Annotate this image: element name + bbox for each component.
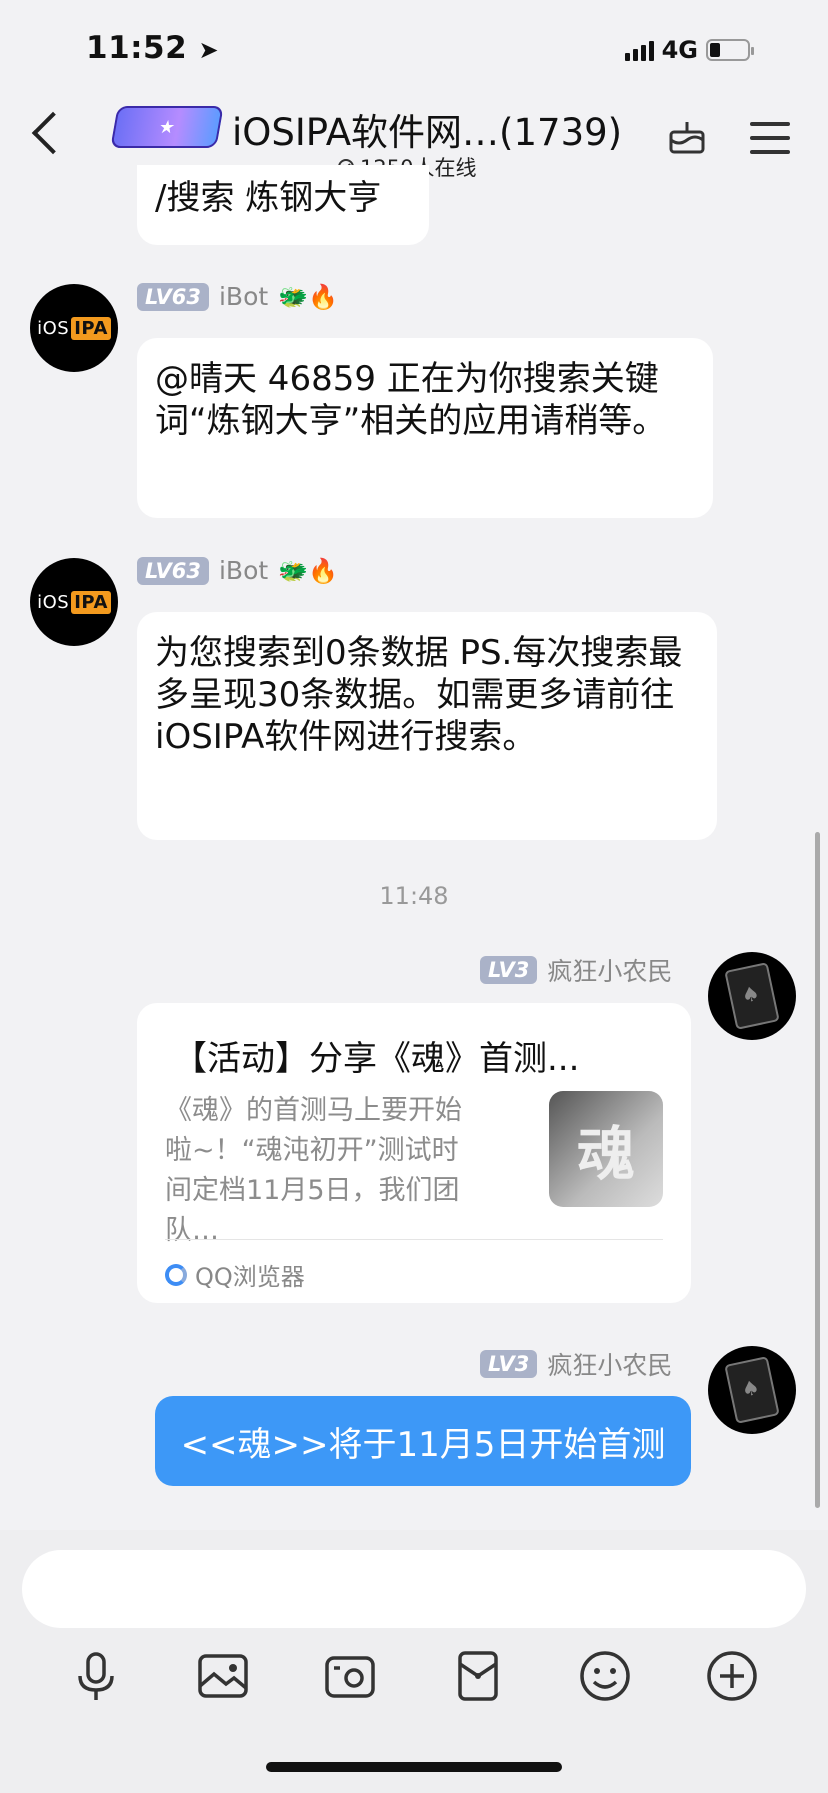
menu-icon[interactable] bbox=[750, 122, 790, 164]
plus-icon[interactable] bbox=[704, 1648, 760, 1704]
home-indicator[interactable] bbox=[266, 1762, 562, 1772]
camera-icon[interactable] bbox=[322, 1648, 378, 1704]
sender-name[interactable]: 疯狂小农民 bbox=[547, 1346, 672, 1382]
level-badge: LV63 bbox=[137, 556, 209, 585]
card-title: 【活动】分享《魂》首测... bbox=[173, 1039, 580, 1079]
card-source: QQ浏览器 bbox=[165, 1257, 305, 1292]
message-bubble[interactable]: 为您搜索到0条数据 PS.每次搜索最多呈现30条数据。如需更多请前往iOSIPA… bbox=[137, 612, 717, 840]
input-toolbar bbox=[0, 1648, 828, 1708]
status-time: 11:52 ➤ bbox=[86, 30, 220, 66]
avatar[interactable] bbox=[708, 1346, 796, 1434]
emoji-icon[interactable] bbox=[577, 1648, 633, 1704]
message-meta: LV63 iBot 🐲🔥 bbox=[137, 556, 338, 585]
playing-card-icon bbox=[724, 962, 780, 1030]
battery-icon bbox=[706, 39, 754, 61]
badge-emoji: 🐲🔥 bbox=[278, 556, 338, 585]
back-arrow-icon[interactable] bbox=[31, 111, 75, 155]
message-bubble-self[interactable]: <<魂>>将于11月5日开始首测 bbox=[155, 1396, 691, 1486]
badge-emoji: 🐲🔥 bbox=[278, 282, 338, 311]
avatar[interactable] bbox=[708, 952, 796, 1040]
photo-icon[interactable] bbox=[195, 1648, 251, 1704]
card-thumbnail: 魂 bbox=[549, 1091, 663, 1207]
sender-name[interactable]: 疯狂小农民 bbox=[547, 952, 672, 988]
avatar[interactable]: iOS IPA bbox=[30, 558, 118, 646]
iosipa-logo: iOS IPA bbox=[37, 590, 111, 614]
playing-card-icon bbox=[724, 1356, 780, 1424]
network-type: 4G bbox=[661, 36, 698, 64]
message-bubble: /搜索 炼钢大亨 bbox=[137, 165, 429, 245]
status-indicators: 4G bbox=[624, 36, 754, 64]
microphone-icon[interactable] bbox=[68, 1648, 124, 1704]
location-arrow-icon: ➤ bbox=[198, 36, 220, 64]
cake-icon[interactable] bbox=[668, 118, 706, 154]
message-input[interactable] bbox=[22, 1550, 806, 1628]
red-packet-icon[interactable] bbox=[450, 1648, 506, 1704]
sender-name[interactable]: iBot bbox=[219, 282, 268, 311]
group-title[interactable]: iOSIPA软件网…(1739) bbox=[232, 102, 622, 156]
scrollbar[interactable] bbox=[815, 832, 820, 1508]
signal-icon bbox=[624, 39, 654, 61]
message-meta: LV3 疯狂小农民 bbox=[480, 1346, 672, 1382]
qq-browser-icon bbox=[165, 1263, 187, 1286]
level-badge: LV3 bbox=[480, 956, 538, 984]
message-bubble[interactable]: @晴天 46859 正在为你搜索关键词“炼钢大亨”相关的应用请稍等。 bbox=[137, 338, 713, 518]
message-meta: LV3 疯狂小农民 bbox=[480, 952, 672, 988]
shared-link-card[interactable]: 【活动】分享《魂》首测... 《魂》的首测马上要开始啦~！“魂沌初开”测试时间定… bbox=[137, 1003, 691, 1303]
avatar[interactable]: iOS IPA bbox=[30, 284, 118, 372]
level-badge: LV63 bbox=[137, 282, 209, 311]
card-description: 《魂》的首测马上要开始啦~！“魂沌初开”测试时间定档11月5日，我们团队… bbox=[165, 1095, 462, 1246]
iosipa-logo: iOS IPA bbox=[37, 316, 111, 340]
sender-name[interactable]: iBot bbox=[219, 556, 268, 585]
level-badge: LV3 bbox=[480, 1350, 538, 1378]
group-logo: ★ bbox=[110, 106, 224, 148]
message-timestamp: 11:48 bbox=[379, 882, 449, 910]
divider bbox=[165, 1239, 663, 1240]
message-meta: LV63 iBot 🐲🔥 bbox=[137, 282, 338, 311]
